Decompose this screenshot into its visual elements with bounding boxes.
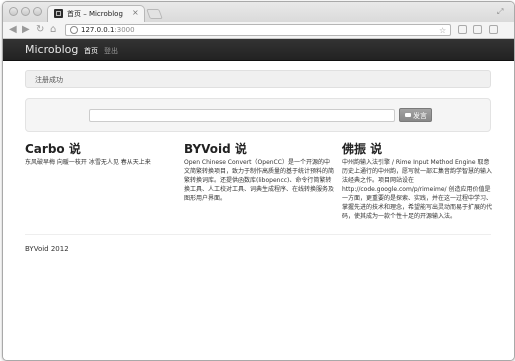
zoom-window-button[interactable]: [33, 7, 42, 16]
close-window-button[interactable]: [9, 7, 18, 16]
minimize-window-button[interactable]: [21, 7, 30, 16]
footer-divider: [25, 234, 491, 235]
success-alert: 注册成功: [25, 70, 491, 88]
browser-toolbar: ◀ ▶ ↻ ⌂ 127.0.0.1:3000 ☆: [3, 22, 514, 39]
comment-icon: [405, 113, 411, 117]
page-info-icon[interactable]: [70, 26, 78, 34]
nav-logout-link[interactable]: 登出: [104, 46, 118, 56]
reload-icon[interactable]: ↻: [36, 24, 44, 36]
wrench-menu-icon[interactable]: [489, 25, 498, 34]
site-navbar: Microblog 首页 登出: [3, 39, 514, 61]
bookmark-star-icon[interactable]: ☆: [439, 25, 446, 36]
address-bar[interactable]: 127.0.0.1:3000 ☆: [65, 24, 451, 36]
close-tab-icon[interactable]: ×: [132, 8, 139, 17]
post-body: 中州韵输入法引擎 / Rime Input Method Engine 取意历史…: [342, 159, 493, 220]
browser-window: 首页 – Microblog × ⤢ ◀ ▶ ↻ ⌂ 127.0.0.1:300…: [2, 1, 515, 361]
new-tab-button[interactable]: [146, 9, 163, 19]
post-column: BYVoid 说 Open Chinese Convert（OpenCC）是一个…: [184, 142, 334, 203]
page-menu-icon[interactable]: [473, 25, 482, 34]
nav-home-link[interactable]: 首页: [84, 46, 98, 56]
page-content: Microblog 首页 登出 注册成功 发言 Carbo 说 东风破早梅 向暖…: [3, 39, 514, 360]
post-column: 佛振 说 中州韵输入法引擎 / Rime Input Method Engine…: [342, 142, 492, 221]
extension-icon[interactable]: [458, 25, 467, 34]
favicon-icon: [54, 9, 63, 18]
browser-tab[interactable]: 首页 – Microblog ×: [47, 5, 145, 22]
fullscreen-icon[interactable]: ⤢: [497, 7, 503, 17]
home-icon[interactable]: ⌂: [50, 24, 56, 36]
back-icon[interactable]: ◀: [9, 24, 17, 36]
post-submit-label: 发言: [413, 112, 427, 120]
site-brand[interactable]: Microblog: [25, 43, 78, 56]
post-author: 佛振 说: [342, 142, 383, 156]
alert-text: 注册成功: [35, 76, 63, 84]
post-column: Carbo 说 东风破早梅 向暖一枝开 冰雪无人见 春从天上来: [25, 142, 173, 167]
post-author: BYVoid 说: [184, 142, 247, 156]
site-footer: BYVoid 2012: [25, 245, 69, 253]
post-body: Open Chinese Convert（OpenCC）是一个开源的中文简繁转换…: [184, 159, 335, 202]
url-text: 127.0.0.1:3000: [81, 26, 135, 34]
forward-icon[interactable]: ▶: [22, 24, 30, 36]
post-author: Carbo 说: [25, 142, 81, 156]
tab-title: 首页 – Microblog: [67, 10, 123, 18]
post-submit-button[interactable]: 发言: [399, 108, 432, 122]
post-input[interactable]: [89, 109, 395, 122]
post-form: 发言: [25, 98, 491, 132]
tab-strip: 首页 – Microblog × ⤢: [3, 2, 514, 22]
post-body: 东风破早梅 向暖一枝开 冰雪无人见 春从天上来: [25, 159, 151, 166]
